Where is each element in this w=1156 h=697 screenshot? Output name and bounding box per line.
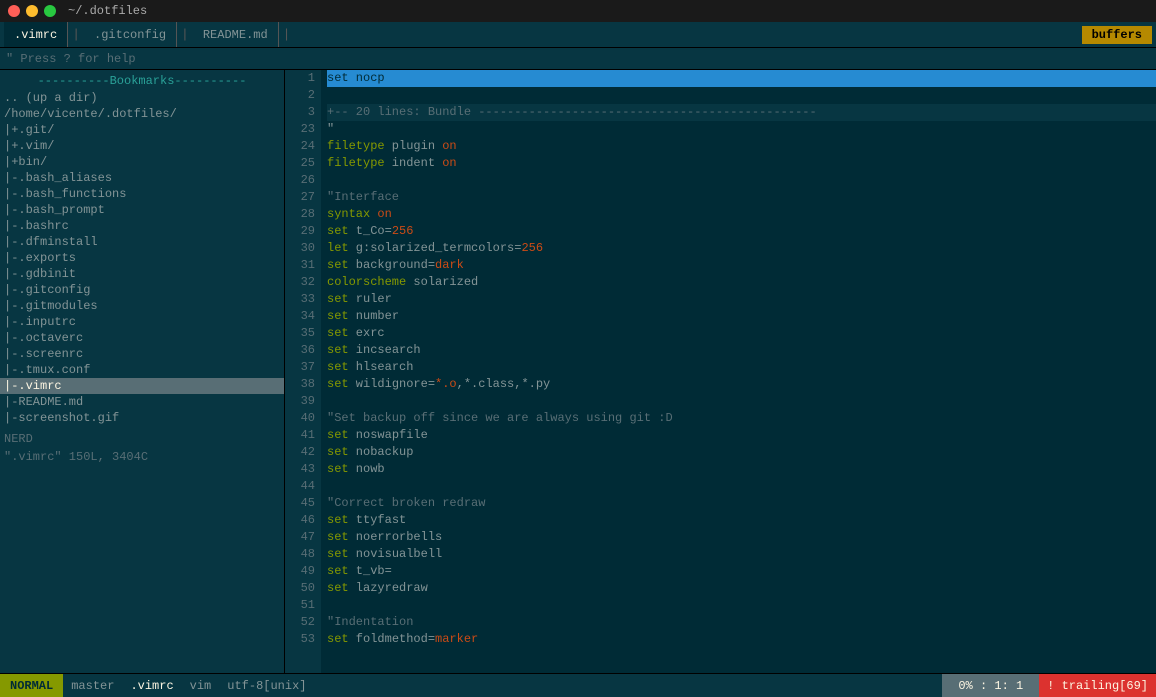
code-line: set wildignore=*.o,*.class,*.py: [327, 376, 1156, 393]
code-line: "Correct broken redraw: [327, 495, 1156, 512]
status-vim: vim: [182, 679, 220, 693]
sidebar-item[interactable]: |-.tmux.conf: [0, 362, 284, 378]
code-area[interactable]: 1232324252627282930313233343536373839404…: [285, 70, 1156, 673]
sidebar-item[interactable]: |-README.md: [0, 394, 284, 410]
status-position: 0% : 1: 1: [942, 674, 1039, 697]
minimize-icon[interactable]: [26, 5, 38, 17]
code-line: filetype plugin on: [327, 138, 1156, 155]
status-mode: NORMAL: [0, 674, 63, 697]
sidebar-item[interactable]: |-.gdbinit: [0, 266, 284, 282]
sidebar-item[interactable]: |-.octaverc: [0, 330, 284, 346]
code-line: ": [327, 121, 1156, 138]
tab-gitconfig[interactable]: .gitconfig: [84, 22, 177, 47]
helpline: " Press ? for help: [0, 48, 1156, 70]
tabbar: .vimrc | .gitconfig | README.md | buffer…: [0, 22, 1156, 48]
bookmarks-label: ----------Bookmarks----------: [0, 72, 284, 90]
sidebar-item[interactable]: |-.vimrc: [0, 378, 284, 394]
tab-separator3: |: [279, 27, 295, 42]
status-encoding: utf-8[unix]: [219, 679, 314, 693]
code-line: set incsearch: [327, 342, 1156, 359]
titlebar: ~/.dotfiles: [0, 0, 1156, 22]
sidebar-item[interactable]: |-.gitconfig: [0, 282, 284, 298]
sidebar-item[interactable]: |-.bash_prompt: [0, 202, 284, 218]
line-numbers: 1232324252627282930313233343536373839404…: [285, 70, 321, 673]
sidebar-item[interactable]: |+.git/: [0, 122, 284, 138]
sidebar-item[interactable]: |-.exports: [0, 250, 284, 266]
window-title: ~/.dotfiles: [68, 4, 147, 18]
tab-separator2: |: [177, 27, 193, 42]
tab-vimrc[interactable]: .vimrc: [4, 22, 68, 47]
code-line: set background=dark: [327, 257, 1156, 274]
tab-separator: |: [68, 27, 84, 42]
code-line: set t_Co=256: [327, 223, 1156, 240]
code-line: set number: [327, 308, 1156, 325]
code-line: set ttyfast: [327, 512, 1156, 529]
code-line: set nocp: [327, 70, 1156, 87]
status-branch: master: [63, 679, 122, 693]
code-line: set t_vb=: [327, 563, 1156, 580]
code-line: [327, 172, 1156, 189]
sidebar-item[interactable]: |-.gitmodules: [0, 298, 284, 314]
code-line: filetype indent on: [327, 155, 1156, 172]
code-line: [327, 393, 1156, 410]
code-line: [327, 597, 1156, 614]
code-line: colorscheme solarized: [327, 274, 1156, 291]
sidebar-item[interactable]: |-.inputrc: [0, 314, 284, 330]
code-line: [327, 87, 1156, 104]
statusbar: NORMAL master .vimrc vim utf-8[unix] 0% …: [0, 673, 1156, 697]
editor: 1232324252627282930313233343536373839404…: [285, 70, 1156, 673]
code-line: "Indentation: [327, 614, 1156, 631]
sidebar-item[interactable]: .. (up a dir): [0, 90, 284, 106]
code-line: set exrc: [327, 325, 1156, 342]
code-line: set noswapfile: [327, 427, 1156, 444]
code-line: set novisualbell: [327, 546, 1156, 563]
sidebar-item[interactable]: |-.bashrc: [0, 218, 284, 234]
sidebar-item[interactable]: |-screenshot.gif: [0, 410, 284, 426]
sidebar-items: .. (up a dir)/home/vicente/.dotfiles/|+.…: [0, 90, 284, 426]
sidebar-item[interactable]: |-.bash_functions: [0, 186, 284, 202]
code-line: set ruler: [327, 291, 1156, 308]
sidebar-item[interactable]: |-.bash_aliases: [0, 170, 284, 186]
tab-readme[interactable]: README.md: [193, 22, 279, 47]
code-line: set noerrorbells: [327, 529, 1156, 546]
close-icon[interactable]: [8, 5, 20, 17]
code-line: set lazyredraw: [327, 580, 1156, 597]
code-line: set hlsearch: [327, 359, 1156, 376]
code-line: let g:solarized_termcolors=256: [327, 240, 1156, 257]
sidebar-item[interactable]: |+bin/: [0, 154, 284, 170]
code-line: +-- 20 lines: Bundle -------------------…: [327, 104, 1156, 121]
code-line: set nowb: [327, 461, 1156, 478]
sidebar-item[interactable]: |-.screenrc: [0, 346, 284, 362]
code-line: [327, 478, 1156, 495]
code-line: "Interface: [327, 189, 1156, 206]
nerd-label: NERD: [0, 430, 284, 448]
maximize-icon[interactable]: [44, 5, 56, 17]
main-content: ----------Bookmarks---------- .. (up a d…: [0, 70, 1156, 673]
code-line: set foldmethod=marker: [327, 631, 1156, 648]
code-line: "Set backup off since we are always usin…: [327, 410, 1156, 427]
code-line: syntax on: [327, 206, 1156, 223]
status-file: .vimrc: [122, 679, 181, 693]
sidebar: ----------Bookmarks---------- .. (up a d…: [0, 70, 285, 673]
sidebar-item[interactable]: /home/vicente/.dotfiles/: [0, 106, 284, 122]
buffers-button[interactable]: buffers: [1082, 26, 1152, 44]
code-line: set nobackup: [327, 444, 1156, 461]
status-trailing: ! trailing[69]: [1039, 674, 1156, 697]
sidebar-item[interactable]: |-.dfminstall: [0, 234, 284, 250]
code-content[interactable]: set nocp +-- 20 lines: Bundle -----------…: [321, 70, 1156, 673]
fileinfo-label: ".vimrc" 150L, 3404C: [0, 448, 284, 466]
sidebar-item[interactable]: |+.vim/: [0, 138, 284, 154]
